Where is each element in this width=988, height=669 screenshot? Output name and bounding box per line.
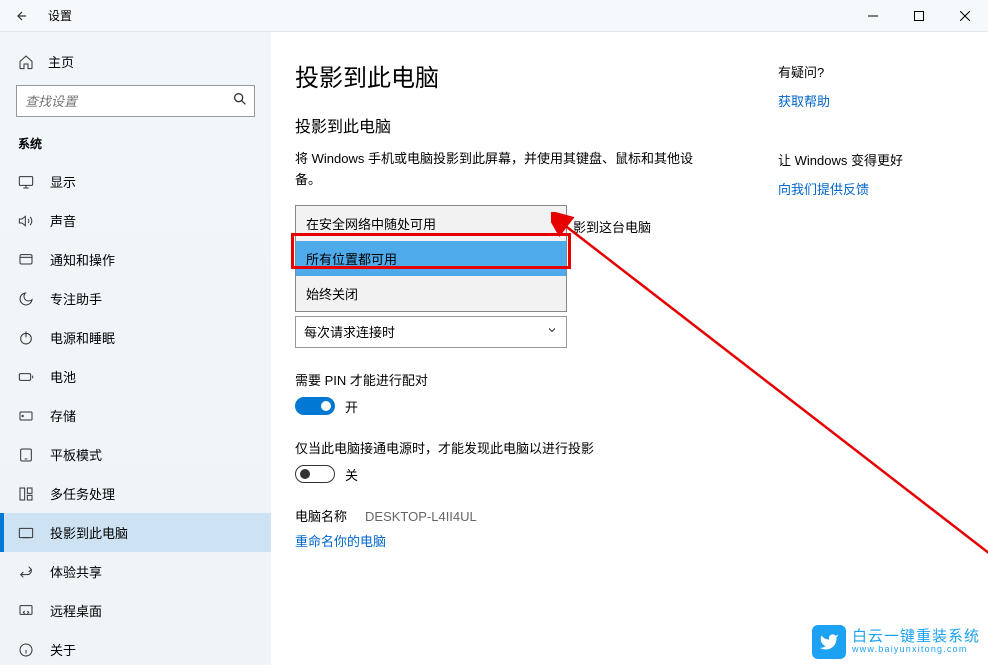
sidebar-item-remote[interactable]: 远程桌面 [0,591,271,630]
search-icon [232,91,248,112]
sidebar-item-battery[interactable]: 电池 [0,357,271,396]
moon-icon [18,291,34,307]
sidebar-item-storage[interactable]: 存储 [0,396,271,435]
chevron-down-icon [546,324,558,339]
toggle-off-text: 关 [345,465,358,484]
search-input[interactable] [16,85,255,117]
watermark-url: www.baiyunxitong.com [852,645,980,655]
minimize-button[interactable] [850,0,896,32]
side-improve-heading: 让 Windows 变得更好 [778,150,948,169]
nav-label: 电池 [50,367,76,386]
nav-label: 关于 [50,640,76,659]
pc-name-label: 电脑名称 [295,506,347,525]
pin-label: 需要 PIN 才能进行配对 [295,370,718,389]
rename-pc-link[interactable]: 重命名你的电脑 [295,534,386,549]
nav-label: 专注助手 [50,289,102,308]
window-titlebar: 设置 [0,0,988,32]
pc-name-value: DESKTOP-L4II4UL [365,509,477,524]
sidebar-item-display[interactable]: 显示 [0,162,271,201]
window-title: 设置 [48,7,72,24]
search-field[interactable] [25,94,232,109]
ask-to-project-dropdown[interactable]: 每次请求连接时 [295,316,567,348]
side-question: 有疑问? [778,62,948,81]
dropdown-option-everywhere[interactable]: 所有位置都可用 [296,241,566,276]
dropdown-option-off[interactable]: 始终关闭 [296,276,566,311]
nav-label: 存储 [50,406,76,425]
storage-icon [18,408,34,424]
project-icon [18,525,34,541]
combo-value: 每次请求连接时 [304,322,395,341]
sidebar-home-label: 主页 [48,52,74,71]
nav-label: 多任务处理 [50,484,115,503]
sidebar-item-power[interactable]: 电源和睡眠 [0,318,271,357]
section-title: 投影到此电脑 [295,113,718,137]
sidebar-home[interactable]: 主页 [0,46,271,85]
sidebar-item-focus[interactable]: 专注助手 [0,279,271,318]
toggle-on-text: 开 [345,397,358,416]
watermark: 白云一键重装系统 www.baiyunxitong.com [804,619,988,665]
nav-label: 体验共享 [50,562,102,581]
battery-icon [18,369,34,385]
page-title: 投影到此电脑 [295,58,718,93]
nav-label: 平板模式 [50,445,102,464]
pin-toggle[interactable] [295,397,335,415]
sidebar-item-share[interactable]: 体验共享 [0,552,271,591]
tablet-icon [18,447,34,463]
dropdown-option-secure[interactable]: 在安全网络中随处可用 [296,206,566,241]
back-button[interactable] [10,4,34,28]
main-content: 投影到此电脑 投影到此电脑 将 Windows 手机或电脑投影到此屏幕，并使用其… [271,32,988,665]
discover-toggle[interactable] [295,465,335,483]
hidden-label-fragment: 影到这台电脑 [573,217,651,236]
sidebar-item-multitask[interactable]: 多任务处理 [0,474,271,513]
nav-label: 电源和睡眠 [50,328,115,347]
info-icon [18,642,34,658]
maximize-button[interactable] [896,0,942,32]
sidebar-item-sound[interactable]: 声音 [0,201,271,240]
sidebar: 主页 系统 显示 声音 通知和操作 专注助手 电源和睡眠 电池 存储 平板模式 … [0,32,271,665]
share-icon [18,564,34,580]
nav-label: 投影到此电脑 [50,523,128,542]
availability-dropdown-open[interactable]: 在安全网络中随处可用 所有位置都可用 始终关闭 [295,205,567,312]
notification-icon [18,252,34,268]
nav-label: 显示 [50,172,76,191]
sidebar-item-about[interactable]: 关于 [0,630,271,669]
get-help-link[interactable]: 获取帮助 [778,91,948,110]
watermark-logo-icon [812,625,846,659]
nav-label: 通知和操作 [50,250,115,269]
sidebar-item-notifications[interactable]: 通知和操作 [0,240,271,279]
watermark-text: 白云一键重装系统 [852,629,980,646]
sidebar-item-project[interactable]: 投影到此电脑 [0,513,271,552]
sound-icon [18,213,34,229]
nav-label: 远程桌面 [50,601,102,620]
sidebar-section-label: 系统 [0,135,271,162]
sidebar-item-tablet[interactable]: 平板模式 [0,435,271,474]
close-button[interactable] [942,0,988,32]
feedback-link[interactable]: 向我们提供反馈 [778,179,948,198]
monitor-icon [18,174,34,190]
remote-icon [18,603,34,619]
description: 将 Windows 手机或电脑投影到此屏幕，并使用其键盘、鼠标和其他设备。 [295,149,718,191]
discover-label: 仅当此电脑接通电源时，才能发现此电脑以进行投影 [295,438,718,457]
power-icon [18,330,34,346]
multitask-icon [18,486,34,502]
nav-label: 声音 [50,211,76,230]
home-icon [18,54,34,70]
